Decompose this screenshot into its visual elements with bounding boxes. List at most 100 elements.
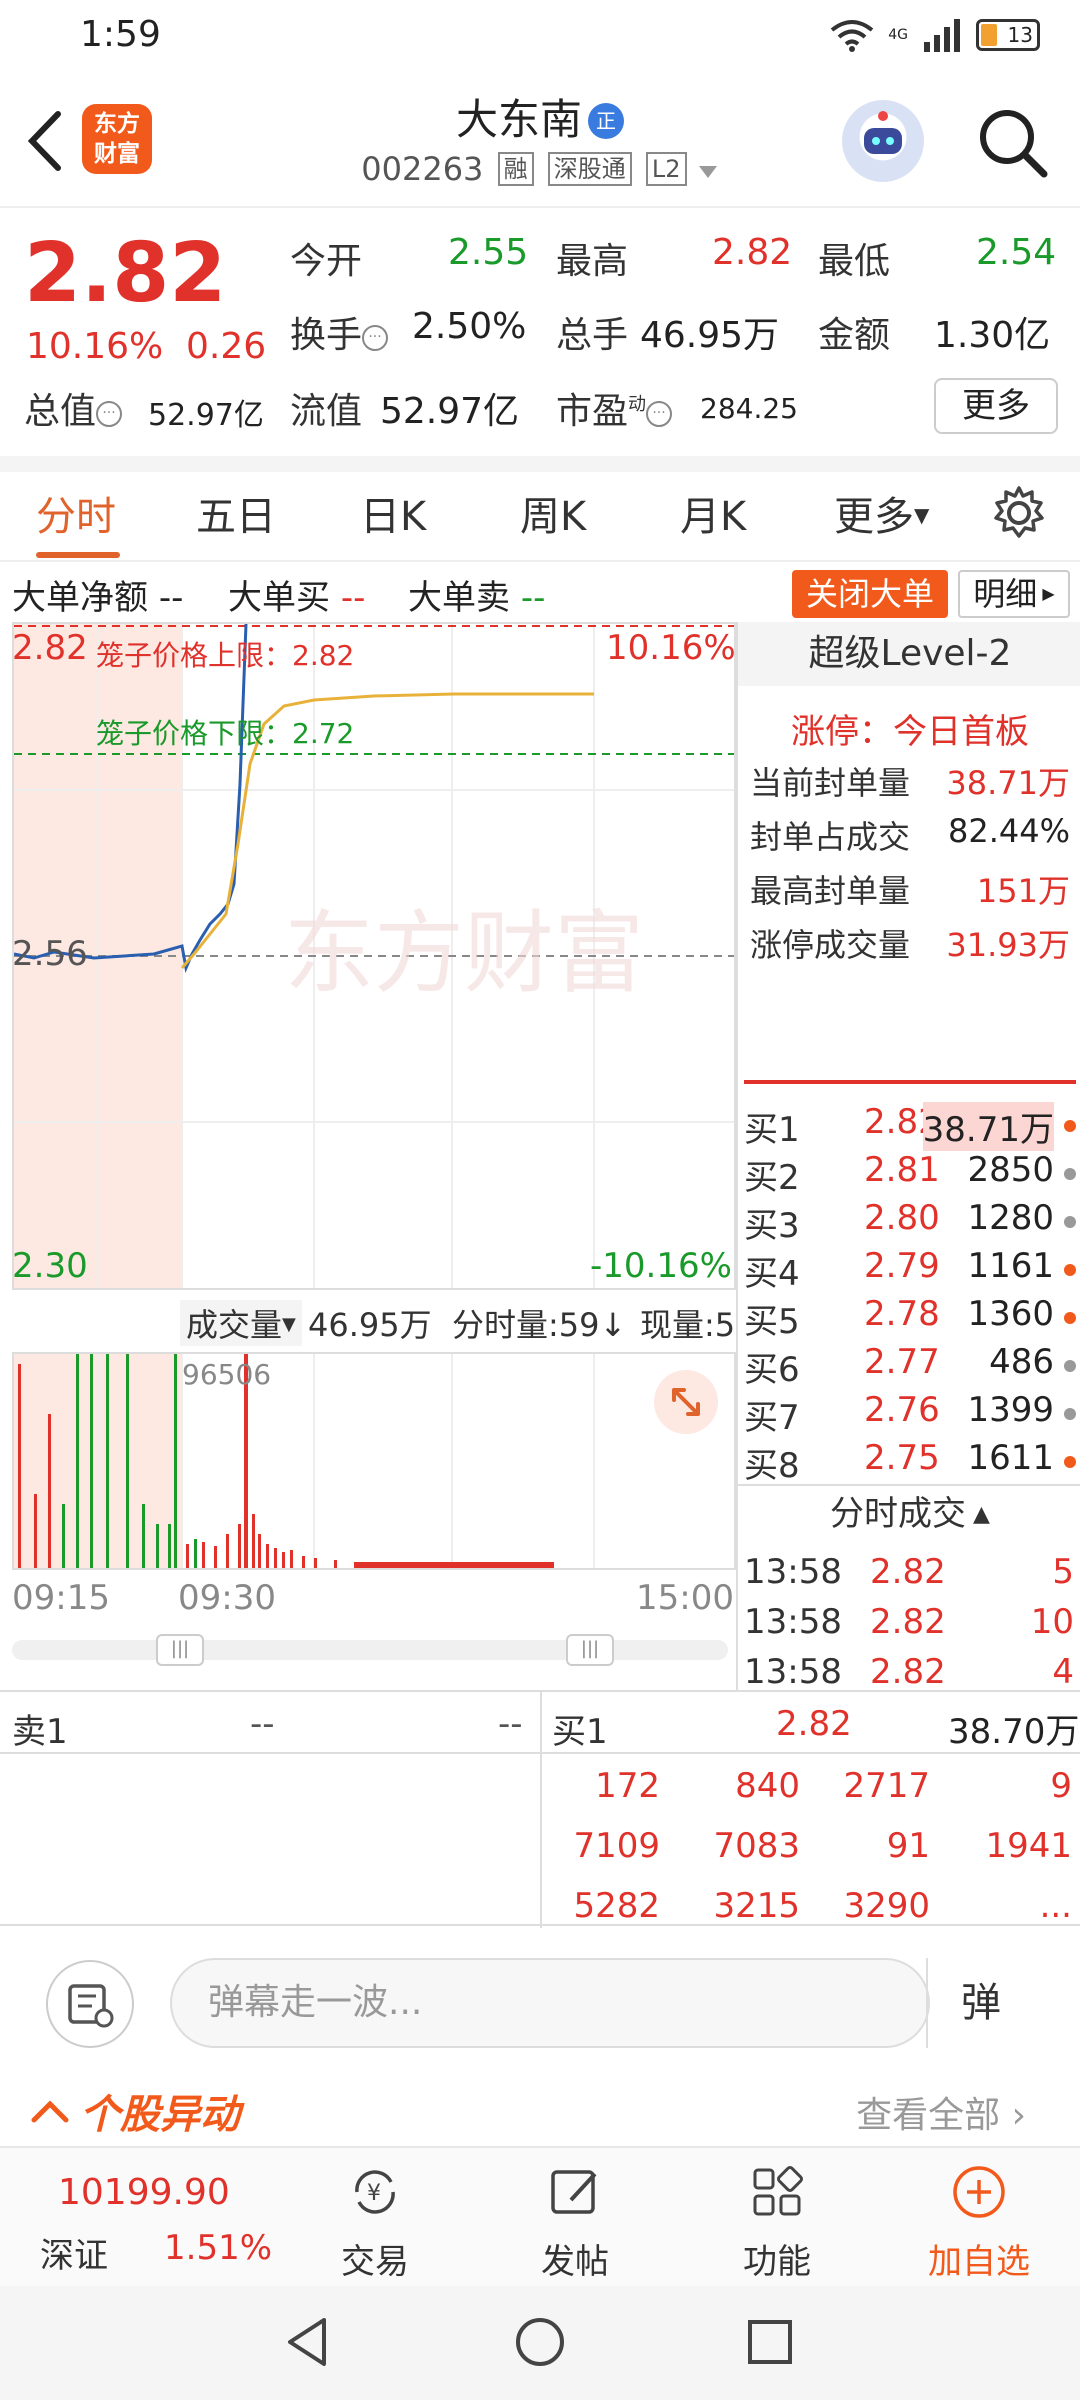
tab-five-day[interactable]: 五日 (196, 484, 276, 542)
divider (0, 456, 1080, 472)
queue-cell: 3290 (843, 1886, 930, 1926)
slider-left-handle[interactable]: ||| (156, 1634, 204, 1666)
lower-pct-label: -10.16% (590, 1246, 732, 1286)
bid-qty: 2850 (967, 1150, 1054, 1190)
queue-buy-label: 买1 (552, 1712, 608, 1752)
upper-price-label: 2.82 (12, 628, 88, 668)
grid-icon (753, 2166, 803, 2216)
info-icon[interactable]: ··· (96, 401, 123, 427)
watermark: 东方财富 (284, 901, 644, 1006)
volume-selector[interactable]: 成交量▼ (180, 1300, 302, 1346)
dot-icon (1064, 1120, 1076, 1132)
assistant-avatar[interactable] (842, 100, 924, 182)
queue-sell-price: -- (250, 1704, 275, 1744)
gear-icon[interactable] (990, 484, 1048, 542)
time-sales-header[interactable]: 分时成交 ▲ (738, 1484, 1080, 1540)
tab-daily-k[interactable]: 日K (360, 484, 426, 542)
nav-add-watchlist[interactable]: 加自选 (914, 2162, 1044, 2283)
bid-row[interactable]: 买6 2.77 486 (744, 1342, 1078, 1390)
queue-cell: 840 (735, 1766, 800, 1806)
trade-time: 13:58 (744, 1602, 842, 1642)
time-end: 15:00 (636, 1578, 734, 1618)
bid-row[interactable]: 买3 2.80 1280 (744, 1198, 1078, 1246)
danmu-toggle-button[interactable]: 弹 (926, 1958, 1034, 2048)
time-range-slider[interactable] (12, 1640, 728, 1660)
danmu-input[interactable]: 弹幕走一波... (170, 1958, 930, 2048)
tab-monthly-k[interactable]: 月K (680, 484, 746, 542)
cage-upper-label: 笼子价格上限：2.82 (96, 639, 355, 672)
chart-tabs: 分时 五日 日K 周K 月K 更多▼ (0, 472, 1080, 562)
order-queue: 卖1 -- -- 买1 2.82 38.70万 172 840 2717 9 7109 7… (0, 1690, 1080, 1928)
bid-qty: 486 (989, 1342, 1054, 1382)
volume-peak-label: 96506 (182, 1358, 272, 1391)
low-label: 最低 (818, 241, 891, 282)
bid-row[interactable]: 买5 2.78 1360 (744, 1294, 1078, 1342)
tag-margin: 融 (497, 152, 534, 186)
trade-price: 2.82 (870, 1652, 946, 1692)
danmu-settings-icon[interactable] (46, 1960, 134, 2048)
volume-info-bar: 成交量▼ 46.95万 分时量:59↓ 现量:5 (12, 1290, 736, 1352)
battery-level: 13 (1007, 23, 1033, 47)
wifi-icon (830, 20, 874, 52)
more-quote-button[interactable]: 更多 (934, 378, 1058, 434)
nav-trade[interactable]: ¥ 交易 (310, 2162, 440, 2283)
chevron-up-icon (31, 2100, 69, 2123)
lower-price-label: 2.30 (12, 1246, 88, 1286)
trade-price: 2.82 (870, 1552, 946, 1592)
bid-row[interactable]: 买7 2.76 1399 (744, 1390, 1078, 1438)
volume-value: 46.95万 (640, 315, 780, 356)
queue-cell: 91 (886, 1826, 930, 1866)
index-value: 10199.90 (58, 2172, 230, 2213)
level2-divider (744, 1080, 1076, 1084)
status-bar: 1:59 4G 13 (0, 0, 1080, 72)
queue-cell: 9 (1050, 1766, 1072, 1806)
bid-row[interactable]: 买8 2.75 1611 (744, 1438, 1078, 1486)
open-value: 2.55 (448, 232, 529, 273)
tab-intraday[interactable]: 分时 (36, 484, 116, 542)
current-price: 2.82 (24, 226, 227, 321)
bid-label: 买3 (744, 1206, 800, 1246)
nav-functions[interactable]: 功能 (712, 2162, 842, 2283)
nav-post[interactable]: 发帖 (510, 2162, 640, 2283)
float-label: 流值 (290, 391, 363, 432)
stock-anomaly-header[interactable]: 个股异动 查看全部 › (0, 2076, 1080, 2146)
bid-row[interactable]: 买2 2.81 2850 (744, 1150, 1078, 1198)
queue-buy-price: 2.82 (776, 1704, 852, 1744)
l2-stat-row: 涨停成交量 31.93万 (750, 926, 1070, 964)
detail-button[interactable]: 明细 ▶ (958, 570, 1070, 618)
l2-stat-row: 当前封单量 38.71万 (750, 764, 1070, 802)
float-value: 52.97亿 (380, 391, 520, 432)
dropdown-icon[interactable] (697, 164, 719, 180)
bid-row[interactable]: 买4 2.79 1161 (744, 1246, 1078, 1294)
home-circle-icon[interactable] (510, 2312, 570, 2372)
expand-icon[interactable] (654, 1370, 718, 1434)
volume-label: 总手 (556, 315, 629, 356)
bid-label: 买8 (744, 1446, 800, 1486)
volume-chart[interactable]: 96506 (12, 1352, 736, 1570)
network-label: 4G (888, 27, 908, 43)
tab-weekly-k[interactable]: 周K (520, 484, 586, 542)
slider-right-handle[interactable]: ||| (566, 1634, 614, 1666)
dot-icon (1064, 1312, 1076, 1324)
dot-icon (1064, 1264, 1076, 1276)
recents-square-icon[interactable] (740, 2312, 800, 2372)
index-percent: 1.51% (164, 2228, 273, 2268)
turnover-label: 换手 ··· (290, 306, 389, 358)
info-icon[interactable]: ··· (362, 325, 389, 351)
stock-code: 002263 (361, 150, 484, 188)
bid-row[interactable]: 买1 2.82 38.71万 (744, 1102, 1078, 1151)
dot-icon (1064, 1360, 1076, 1372)
tag-connect: 深股通 (547, 152, 632, 186)
intraday-chart[interactable]: 东方财富 2.82 10.16% 笼子价格上限：2.82 笼子价格下限：2.72… (12, 622, 736, 1290)
bid-label: 买4 (744, 1254, 800, 1294)
back-triangle-icon[interactable] (278, 2312, 338, 2372)
search-icon[interactable] (972, 102, 1052, 182)
level2-title[interactable]: 超级Level-2 (738, 622, 1080, 686)
tab-more[interactable]: 更多▼ (834, 484, 929, 542)
queue-cell: 5282 (573, 1886, 660, 1926)
chevron-down-icon: ▼ (914, 503, 930, 527)
info-icon[interactable]: ··· (646, 401, 673, 427)
bid-label: 买1 (744, 1110, 800, 1150)
view-all-link[interactable]: 查看全部 › (856, 2086, 1026, 2138)
close-large-order-button[interactable]: 关闭大单 (792, 570, 948, 618)
